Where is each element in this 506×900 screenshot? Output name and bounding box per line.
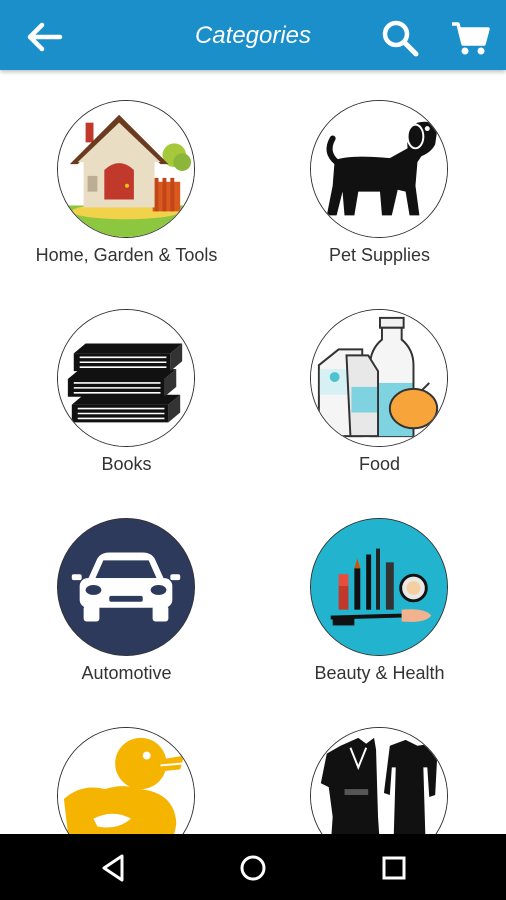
category-food[interactable]: Food [253, 279, 506, 479]
milk-bottles-icon [311, 310, 447, 446]
category-books[interactable]: Books [0, 279, 253, 479]
back-triangle-icon [102, 854, 124, 882]
category-image [57, 309, 195, 447]
system-navigation-bar [0, 834, 506, 900]
nav-home-button[interactable] [233, 848, 273, 888]
category-label: Food [358, 454, 401, 474]
category-label: Pet Supplies [328, 245, 431, 265]
category-label: Books [101, 454, 152, 474]
car-icon [58, 519, 194, 655]
makeup-icon [311, 519, 447, 655]
category-clothing[interactable] [253, 697, 506, 834]
category-toys[interactable] [0, 697, 253, 834]
search-button[interactable] [378, 16, 422, 60]
category-image [57, 100, 195, 238]
category-image [57, 727, 195, 834]
search-icon [382, 20, 419, 57]
category-automotive[interactable]: Automotive [0, 488, 253, 688]
cart-button[interactable] [448, 16, 492, 60]
category-image [310, 518, 448, 656]
recents-square-icon [382, 856, 406, 880]
house-icon [58, 101, 194, 237]
category-image [310, 100, 448, 238]
home-circle-icon [240, 855, 266, 881]
category-grid: Home, Garden & Tools Pet Supplies Books … [0, 70, 506, 834]
category-label: Automotive [81, 663, 172, 683]
nav-recents-button[interactable] [374, 848, 414, 888]
page-title: Categories [194, 22, 312, 49]
category-image [57, 518, 195, 656]
category-beauty-health[interactable]: Beauty & Health [253, 488, 506, 688]
books-stack-icon [58, 310, 194, 446]
app-bar: Categories [0, 0, 506, 70]
dog-icon [311, 101, 447, 237]
category-pet-supplies[interactable]: Pet Supplies [253, 70, 506, 270]
category-label: Home, Garden & Tools [35, 245, 218, 265]
clothing-icon [311, 728, 447, 834]
rubber-duck-icon [58, 728, 194, 834]
category-image [310, 309, 448, 447]
shopping-cart-icon [452, 22, 490, 55]
category-label: Beauty & Health [314, 663, 445, 683]
category-home-garden-tools[interactable]: Home, Garden & Tools [0, 70, 253, 270]
category-image [310, 727, 448, 834]
nav-back-button[interactable] [94, 848, 134, 888]
